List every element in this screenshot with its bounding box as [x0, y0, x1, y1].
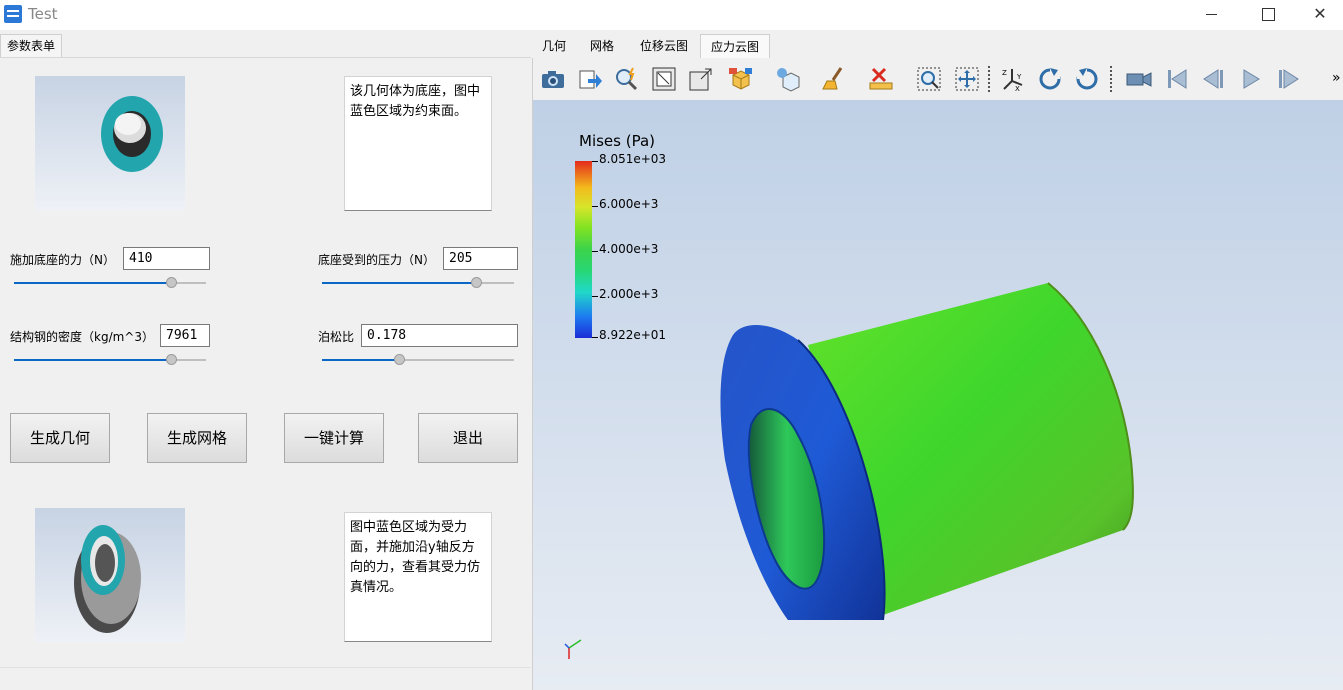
generate-mesh-button[interactable]: 生成网格 [147, 413, 247, 463]
svg-text:Z: Z [1002, 69, 1007, 77]
poisson-label: 泊松比 [318, 330, 355, 344]
legend-tick-label: 6.000e+3 [599, 197, 659, 211]
legend-tick-label: 4.000e+3 [599, 242, 659, 256]
play-icon[interactable] [1237, 65, 1265, 93]
close-button[interactable]: ✕ [1297, 0, 1343, 30]
prev-frame-icon[interactable] [1200, 65, 1228, 93]
zoom-box-icon[interactable] [687, 65, 715, 93]
clear-icon[interactable] [821, 65, 849, 93]
rotate-cw-icon[interactable] [1036, 65, 1064, 93]
maximize-button[interactable] [1244, 0, 1290, 30]
load-geometry-image [35, 508, 185, 642]
minimize-button[interactable] [1188, 0, 1234, 30]
compute-button[interactable]: 一键计算 [284, 413, 384, 463]
legend-min-label: 8.922e+01 [599, 328, 667, 342]
fit-view-icon[interactable] [650, 65, 678, 93]
camera-record-icon[interactable] [1125, 65, 1153, 93]
title-bar: Test ✕ [0, 0, 1343, 30]
tab-displacement[interactable]: 位移云图 [628, 34, 700, 58]
stress-viewer: Z YX » Mises (Pa) 8.051e+03 6.000e+3 4.00… [532, 58, 1343, 690]
exit-button[interactable]: 退出 [418, 413, 518, 463]
constraint-geometry-image [35, 76, 185, 211]
toolbar-overflow-button[interactable]: » [1332, 70, 1341, 86]
divider [0, 667, 531, 668]
render-canvas[interactable]: Mises (Pa) 8.051e+03 6.000e+3 4.000e+3 2… [533, 100, 1343, 690]
color-scale-bar [575, 161, 592, 338]
density-input[interactable]: 7961 [160, 324, 210, 347]
poisson-input[interactable]: 0.178 [361, 324, 518, 347]
first-frame-icon[interactable] [1163, 65, 1191, 93]
pan-icon[interactable] [953, 65, 981, 93]
poisson-slider[interactable] [322, 353, 514, 367]
density-label: 结构钢的密度（kg/m^3） [10, 330, 154, 344]
force-input[interactable]: 410 [123, 247, 210, 270]
legend-title: Mises (Pa) [579, 132, 656, 150]
svg-text:Y: Y [1016, 73, 1022, 81]
next-frame-icon[interactable] [1274, 65, 1302, 93]
pressure-input[interactable]: 205 [443, 247, 518, 270]
force-slider-handle[interactable] [166, 277, 178, 288]
view-cube-icon[interactable] [727, 65, 755, 93]
export-icon[interactable] [576, 65, 604, 93]
app-icon [4, 5, 22, 23]
tab-geometry[interactable]: 几何 [532, 34, 576, 58]
tab-mesh[interactable]: 网格 [576, 34, 628, 58]
window-title: Test [28, 5, 58, 23]
axes-icon[interactable]: Z YX [999, 65, 1027, 93]
tab-stress[interactable]: 应力云图 [700, 34, 770, 58]
rotate-ccw-icon[interactable] [1073, 65, 1101, 93]
pressure-slider-handle[interactable] [470, 277, 482, 288]
viewer-toolbar: Z YX » [533, 58, 1343, 100]
highlight-icon[interactable] [613, 65, 641, 93]
axis-triad-icon [564, 639, 582, 659]
force-label: 施加底座的力（N） [10, 253, 115, 267]
delete-icon[interactable] [867, 65, 895, 93]
camera-icon[interactable] [539, 65, 567, 93]
svg-text:X: X [1015, 85, 1020, 93]
legend-tick-label: 2.000e+3 [599, 287, 659, 301]
load-description: 图中蓝色区域为受力面，并施加沿y轴反方向的力，查看其受力仿真情况。 [344, 512, 492, 642]
pressure-slider[interactable] [322, 276, 514, 290]
constraint-description: 该几何体为底座，图中蓝色区域为约束面。 [344, 76, 492, 211]
toolbar-separator [988, 66, 990, 92]
tab-param-form[interactable]: 参数表单 [0, 34, 62, 58]
toolbar-separator [1110, 66, 1112, 92]
force-slider[interactable] [14, 276, 206, 290]
density-slider-handle[interactable] [166, 354, 178, 365]
legend-max-label: 8.051e+03 [599, 152, 667, 166]
zoom-region-icon[interactable] [915, 65, 943, 93]
param-panel: 该几何体为底座，图中蓝色区域为约束面。 施加底座的力（N） 410 底座受到的压… [0, 57, 531, 690]
poisson-slider-handle[interactable] [393, 354, 405, 365]
lighting-icon[interactable] [775, 65, 803, 93]
generate-geometry-button[interactable]: 生成几何 [10, 413, 110, 463]
stress-model [720, 282, 1134, 620]
pressure-label: 底座受到的压力（N） [318, 253, 435, 267]
density-slider[interactable] [14, 353, 206, 367]
